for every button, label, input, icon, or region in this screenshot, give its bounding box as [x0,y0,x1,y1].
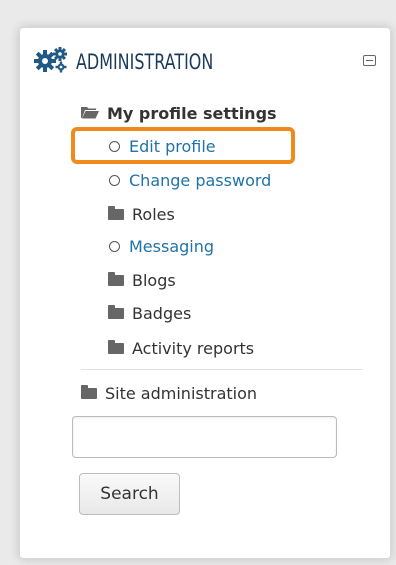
folder-icon [108,340,124,354]
circle-icon [109,175,120,186]
tree-item-label[interactable]: Messaging [129,237,214,256]
folder-icon [81,385,97,399]
tree-item-label: Badges [132,304,192,323]
divider [81,369,363,370]
tree-item-label: My profile settings [107,104,277,123]
tree-item-site-administration[interactable]: Site administration [81,384,257,403]
folder-open-icon [81,104,99,123]
tree-item-label: Roles [132,205,175,224]
tree-item-roles[interactable]: Roles [108,205,175,224]
tree-item-my-profile-settings[interactable]: My profile settings [81,104,277,123]
circle-icon [109,141,120,152]
search-input[interactable] [72,416,337,458]
tree-item-label: Blogs [132,271,176,290]
circle-icon [109,241,120,252]
gears-icon [34,47,68,77]
folder-icon [108,206,124,220]
tree-item-blogs[interactable]: Blogs [108,271,176,290]
search-button[interactable]: Search [79,473,180,515]
tree-item-activity-reports[interactable]: Activity reports [108,339,254,358]
tree-item-label[interactable]: Change password [129,171,271,190]
tree-item-label[interactable]: Edit profile [129,137,216,156]
block-header: ADMINISTRATION [20,28,390,94]
tree-item-edit-profile[interactable]: Edit profile [107,137,216,156]
tree-item-label: Site administration [105,384,258,403]
tree-item-change-password[interactable]: Change password [107,171,271,190]
folder-icon [108,305,124,319]
folder-icon [108,272,124,286]
tree-item-badges[interactable]: Badges [108,304,191,323]
tree-item-label: Activity reports [132,339,255,358]
block-title: ADMINISTRATION [76,50,214,74]
tree-item-messaging[interactable]: Messaging [107,237,214,256]
collapse-icon[interactable] [363,55,376,66]
